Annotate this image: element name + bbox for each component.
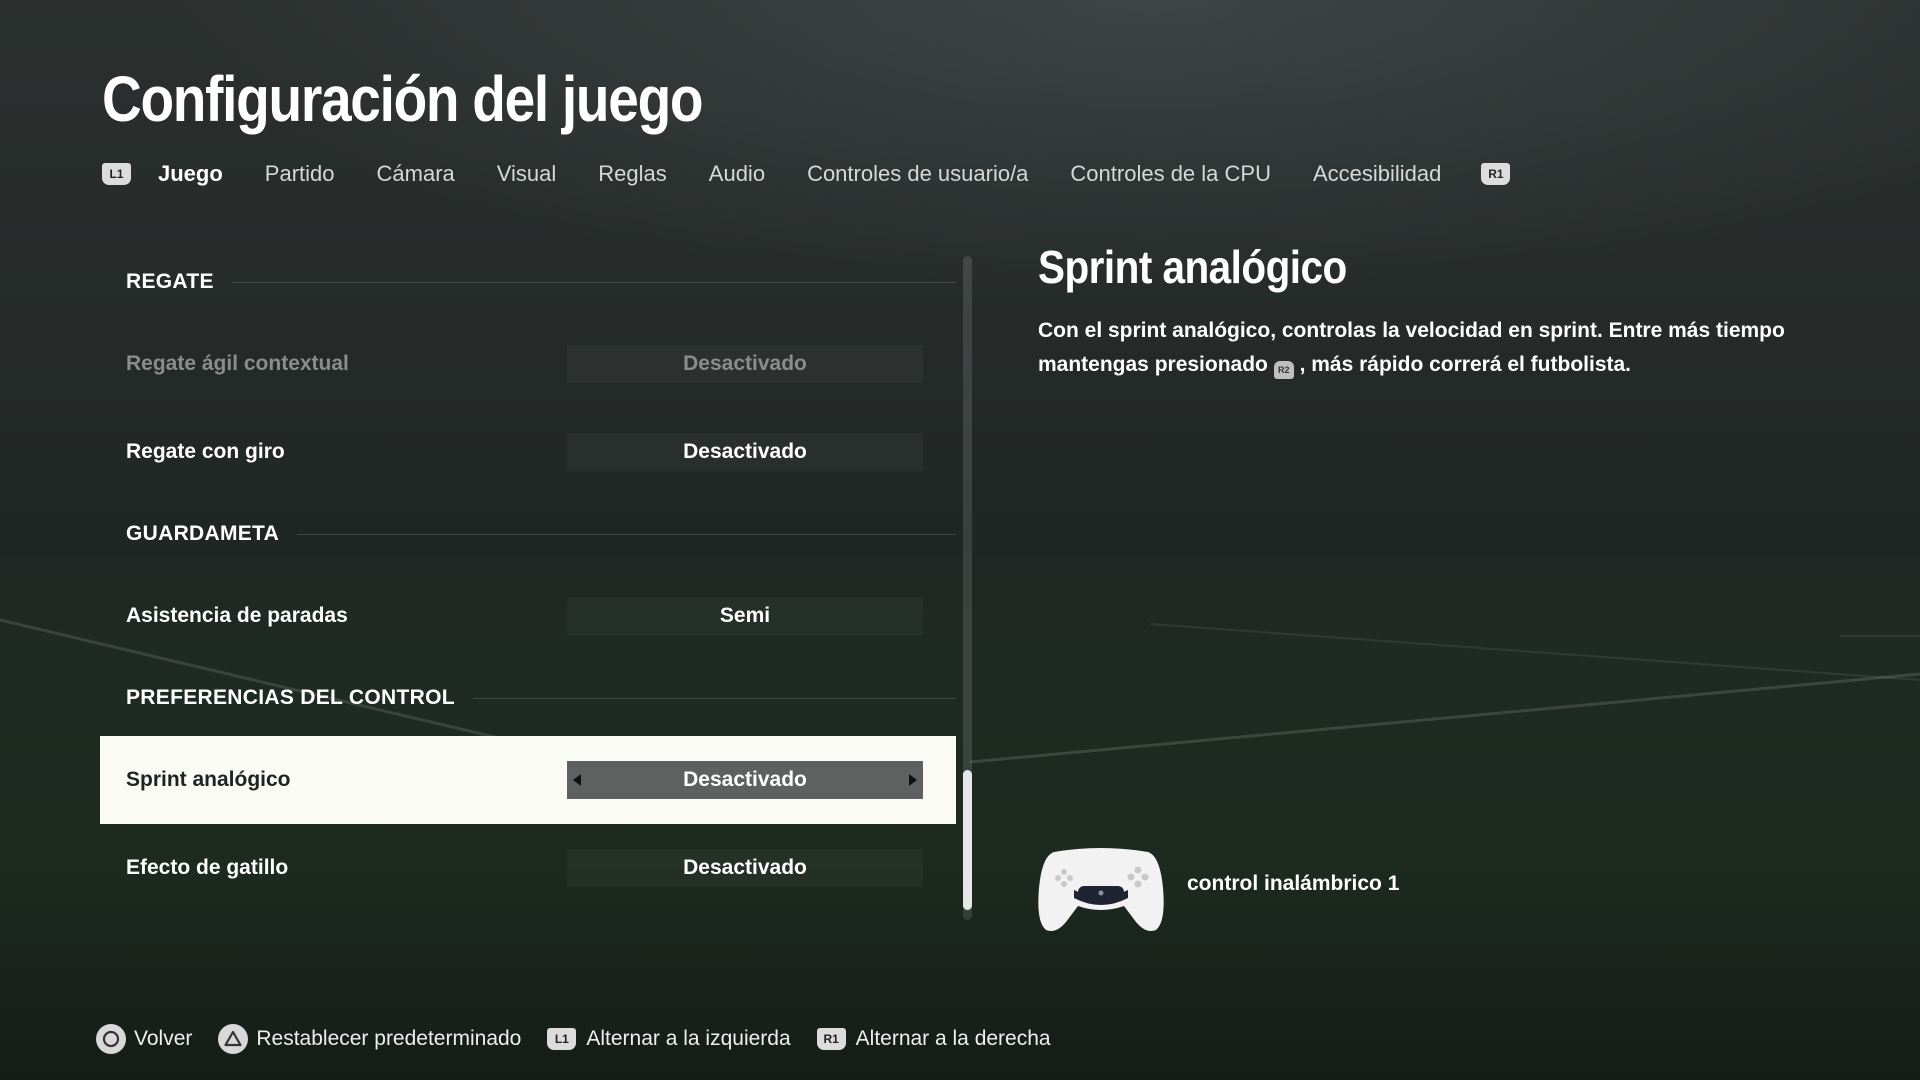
tab-juego[interactable]: Juego — [158, 161, 223, 187]
hint-label: Volver — [134, 1027, 193, 1050]
tab-camara[interactable]: Cámara — [377, 161, 455, 187]
description-title: Sprint analógico — [1038, 241, 1347, 293]
tab-controles-cpu[interactable]: Controles de la CPU — [1070, 161, 1271, 187]
r1-button-icon: R1 — [816, 1028, 846, 1050]
section-header-preferencias: PREFERENCIAS DEL CONTROL — [100, 660, 956, 736]
setting-row-asistencia-paradas[interactable]: Asistencia de paradas Semi — [100, 572, 956, 660]
setting-value-selector[interactable]: Desactivado — [567, 761, 923, 799]
setting-value: Semi — [567, 597, 923, 635]
setting-row-regate-agil[interactable]: Regate ágil contextual Desactivado — [100, 320, 956, 408]
scrollbar[interactable] — [963, 256, 972, 920]
setting-value: Desactivado — [567, 849, 923, 887]
description-text-after: , más rápido correrá el futbolista. — [1299, 353, 1632, 376]
r1-button-icon[interactable]: R1 — [1481, 163, 1511, 185]
reset-default-hint[interactable]: Restablecer predeterminado — [218, 1024, 521, 1054]
setting-value: Desactivado — [567, 345, 923, 383]
tab-reglas[interactable]: Reglas — [598, 161, 666, 187]
section-divider — [472, 697, 956, 699]
l1-button-icon: L1 — [547, 1028, 577, 1050]
section-header-guardameta: GUARDAMETA — [100, 496, 956, 572]
switch-left-hint[interactable]: L1 Alternar a la izquierda — [547, 1027, 791, 1051]
section-title: GUARDAMETA — [126, 522, 280, 545]
tab-partido[interactable]: Partido — [265, 161, 335, 187]
setting-value: Desactivado — [567, 433, 923, 471]
arrow-left-icon[interactable] — [573, 774, 581, 786]
description-text: Con el sprint analógico, controlas la ve… — [1038, 314, 1828, 382]
tab-bar: L1 Juego Partido Cámara Visual Reglas Au… — [102, 154, 1511, 194]
section-title: PREFERENCIAS DEL CONTROL — [126, 686, 455, 709]
section-divider — [297, 533, 956, 535]
page-title: Configuración del juego — [102, 63, 704, 135]
triangle-button-icon — [218, 1024, 249, 1054]
tab-audio[interactable]: Audio — [709, 161, 765, 187]
l1-button-icon[interactable]: L1 — [102, 163, 131, 185]
section-title: REGATE — [126, 270, 214, 293]
arrow-right-icon[interactable] — [909, 774, 917, 786]
settings-list: REGATE Regate ágil contextual Desactivad… — [100, 244, 956, 912]
back-hint[interactable]: Volver — [96, 1024, 192, 1054]
circle-button-icon — [96, 1024, 126, 1054]
scrollbar-thumb[interactable] — [963, 770, 972, 910]
tab-controles-usuario[interactable]: Controles de usuario/a — [807, 161, 1028, 187]
hint-label: Alternar a la izquierda — [586, 1027, 791, 1050]
controller-label: control inalámbrico 1 — [1187, 872, 1400, 895]
tab-accesibilidad[interactable]: Accesibilidad — [1313, 161, 1441, 187]
setting-value: Desactivado — [683, 768, 807, 791]
tab-visual[interactable]: Visual — [497, 161, 557, 187]
setting-row-efecto-gatillo[interactable]: Efecto de gatillo Desactivado — [100, 824, 956, 912]
dualsense-controller-icon — [1038, 848, 1164, 931]
setting-row-regate-giro[interactable]: Regate con giro Desactivado — [100, 408, 956, 496]
setting-row-sprint-analogico[interactable]: Sprint analógico Desactivado — [100, 736, 956, 824]
footer-button-hints: Volver Restablecer predeterminado L1 Alt… — [96, 1022, 1077, 1056]
hint-label: Restablecer predeterminado — [256, 1027, 522, 1050]
hint-label: Alternar a la derecha — [855, 1027, 1051, 1050]
section-divider — [231, 281, 956, 283]
switch-right-hint[interactable]: R1 Alternar a la derecha — [816, 1027, 1051, 1051]
r2-button-icon: R2 — [1273, 361, 1294, 379]
section-header-regate: REGATE — [100, 244, 956, 320]
